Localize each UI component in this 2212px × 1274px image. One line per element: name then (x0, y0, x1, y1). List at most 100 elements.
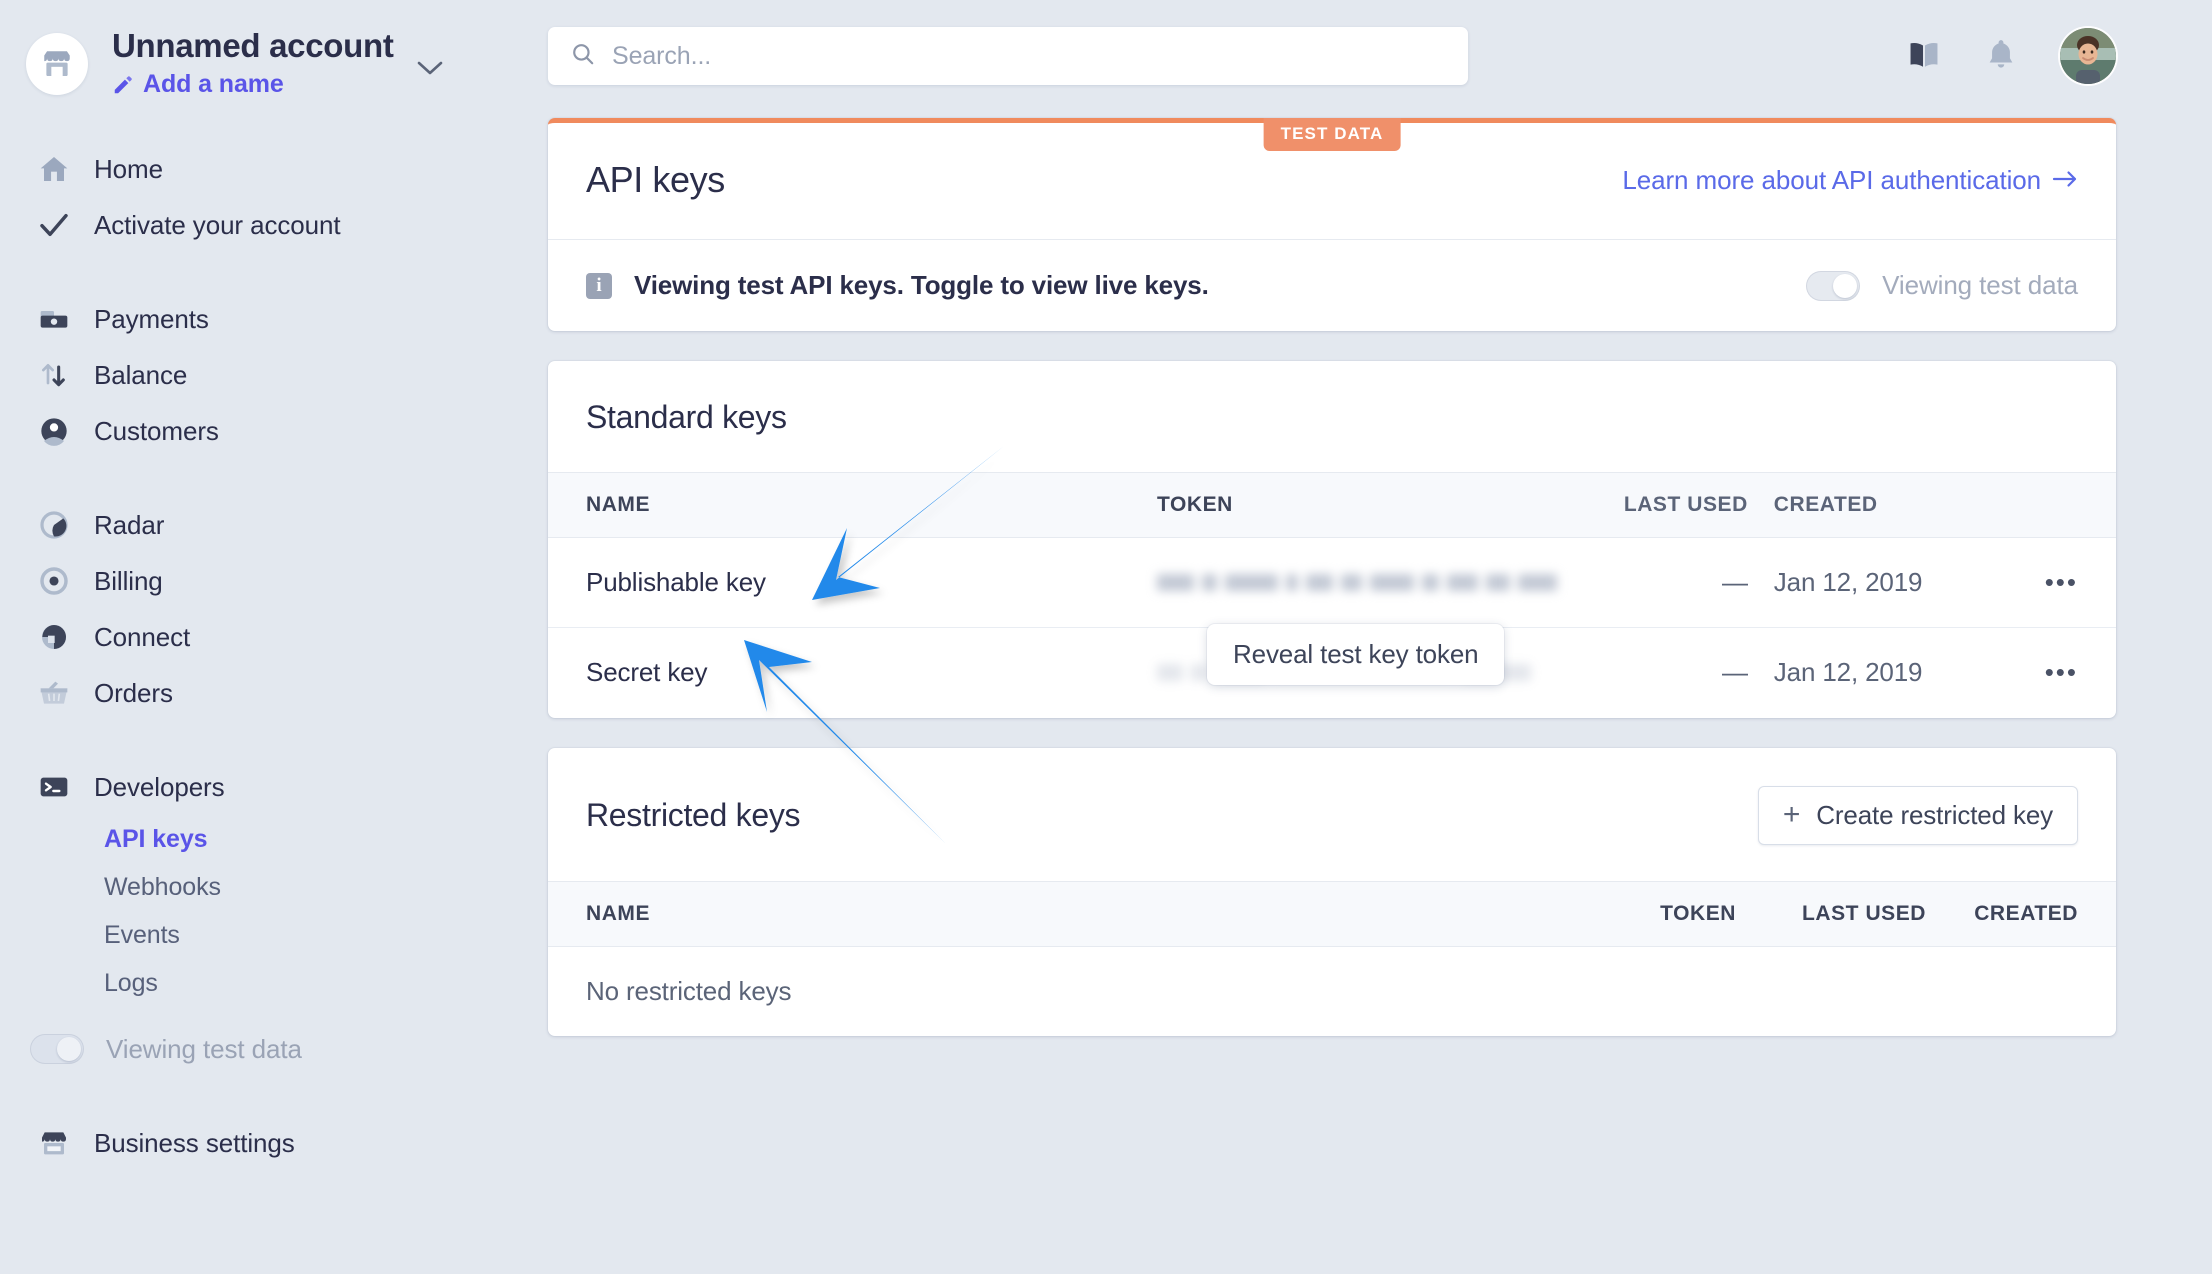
sidebar-item-balance[interactable]: Balance (0, 347, 548, 403)
sidebar-item-radar[interactable]: Radar (0, 497, 548, 553)
search-input[interactable]: Search... (548, 27, 1468, 85)
restricted-keys-card: Restricted keys + Create restricted key … (548, 747, 2116, 1037)
column-header-name: NAME (548, 472, 1158, 538)
table-header-row: NAME TOKEN LAST USED CREATED (548, 472, 2116, 538)
sidebar-label: Payments (94, 303, 209, 334)
notice-text: Viewing test API keys. Toggle to view li… (634, 270, 1209, 300)
sidebar-label: Connect (94, 621, 191, 652)
test-mode-notice: i Viewing test API keys. Toggle to view … (548, 239, 2116, 331)
column-header-token: TOKEN (1556, 880, 1736, 947)
sidebar-item-payments[interactable]: Payments (0, 291, 548, 347)
connect-icon (38, 621, 76, 653)
test-data-badge: TEST DATA (1263, 118, 1401, 151)
column-header-created: CREATED (1926, 880, 2116, 947)
sidebar-item-events[interactable]: Events (0, 911, 548, 959)
sidebar-item-developers[interactable]: Developers (0, 759, 548, 815)
key-last-used: — (1721, 657, 1748, 688)
key-last-used: — (1557, 537, 1748, 628)
standard-keys-card: Standard keys NAME TOKEN LAST USED CREAT… (548, 361, 2116, 718)
search-placeholder: Search... (612, 41, 712, 70)
standard-keys-table: NAME TOKEN LAST USED CREATED Publishable… (548, 472, 2116, 718)
avatar[interactable] (2060, 28, 2116, 84)
add-a-name-link[interactable]: Add a name (112, 70, 394, 99)
column-header-last-used: LAST USED (1557, 472, 1748, 538)
key-token-hidden[interactable]: Reveal test key token (1157, 624, 1557, 718)
standard-keys-header: Standard keys (548, 361, 2116, 472)
account-switcher[interactable]: Unnamed account Add a name (0, 27, 548, 99)
key-name: Publishable key (548, 537, 1158, 628)
sidebar-item-connect[interactable]: Connect (0, 609, 548, 665)
table-row[interactable]: Publishable key — Jan 12, 2019 ••• (548, 537, 2116, 628)
account-logo (26, 32, 88, 95)
bell-icon[interactable] (1984, 36, 2018, 77)
sidebar: Unnamed account Add a name Home Activate… (0, 0, 548, 1274)
sidebar-item-webhooks[interactable]: Webhooks (0, 863, 548, 911)
topbar-actions (1906, 28, 2116, 84)
book-icon[interactable] (1906, 37, 1942, 76)
restricted-keys-table: NAME TOKEN LAST USED CREATED No restrict… (548, 880, 2116, 1037)
restricted-keys-header: Restricted keys + Create restricted key (548, 748, 2116, 881)
sidebar-test-data-toggle[interactable]: Viewing test data (0, 1021, 548, 1077)
home-icon (38, 153, 76, 185)
table-header-row: NAME TOKEN LAST USED CREATED (548, 880, 2116, 947)
sidebar-item-activate-your-account[interactable]: Activate your account (0, 197, 548, 253)
create-restricted-key-button[interactable]: + Create restricted key (1757, 785, 2078, 845)
plus-icon: + (1782, 798, 1801, 831)
sidebar-label: Orders (94, 677, 173, 708)
toggle-knob (57, 1037, 81, 1062)
search-icon (570, 41, 596, 72)
reveal-token-tooltip[interactable]: Reveal test key token (1207, 624, 1505, 685)
storefront-icon (38, 1127, 76, 1159)
sidebar-item-billing[interactable]: Billing (0, 553, 548, 609)
sidebar-label: Business settings (94, 1127, 295, 1158)
sidebar-item-customers[interactable]: Customers (0, 403, 548, 459)
view-test-data-toggle[interactable]: Viewing test data (1806, 270, 2078, 301)
sidebar-sublabel: Webhooks (104, 872, 221, 901)
check-icon (38, 209, 76, 241)
table-row[interactable]: Secret key Reveal test key token — Jan 1… (548, 624, 2116, 718)
topbar: Search... (548, 22, 2116, 90)
sidebar-item-home[interactable]: Home (0, 141, 548, 197)
column-header-created: CREATED (1747, 472, 2009, 538)
key-name: Secret key (586, 657, 708, 688)
payments-icon (38, 303, 76, 335)
billing-icon (38, 565, 76, 597)
row-overflow-menu-icon[interactable]: ••• (2008, 537, 2116, 628)
nav-group-developers: Developers API keys Webhooks Events Logs… (0, 759, 548, 1077)
key-created: Jan 12, 2019 (1773, 657, 1923, 688)
toggle-switch[interactable] (1806, 270, 1861, 301)
sidebar-item-logs[interactable]: Logs (0, 959, 548, 1007)
sidebar-sublabel: Events (104, 920, 180, 949)
account-name: Unnamed account (112, 27, 394, 64)
sidebar-item-api-keys[interactable]: API keys (0, 815, 548, 863)
sidebar-item-business-settings[interactable]: Business settings (0, 1115, 548, 1171)
info-icon: i (586, 272, 612, 299)
toggle-switch[interactable] (30, 1034, 84, 1065)
arrow-right-icon (2052, 165, 2078, 196)
sidebar-item-orders[interactable]: Orders (0, 665, 548, 721)
nav-group-main: Home Activate your account (0, 141, 548, 253)
storefront-icon (44, 50, 70, 76)
sidebar-sublabel: Logs (104, 968, 158, 997)
sidebar-label: Billing (94, 565, 163, 596)
main-content: Search... TEST DATA API keys Learn more … (548, 0, 2212, 1274)
learn-more-label: Learn more about API authentication (1622, 164, 2041, 195)
sidebar-sublabel: API keys (104, 824, 208, 853)
api-keys-card: TEST DATA API keys Learn more about API … (548, 118, 2116, 331)
key-token-hidden[interactable] (1157, 537, 1558, 628)
page-title: API keys (586, 159, 725, 200)
row-overflow-menu-icon[interactable]: ••• (2009, 628, 2116, 718)
add-a-name-label: Add a name (143, 70, 284, 99)
sidebar-label: Balance (94, 359, 188, 390)
table-row-empty: No restricted keys (548, 946, 2116, 1036)
orders-basket-icon (38, 677, 76, 709)
sidebar-test-data-label: Viewing test data (106, 1033, 302, 1064)
customers-icon (38, 415, 76, 447)
nav-group-products: Radar Billing Connect Orders (0, 497, 548, 721)
sidebar-label: Customers (94, 415, 219, 446)
stripe-dashboard: Unnamed account Add a name Home Activate… (0, 0, 2212, 1274)
radar-icon (38, 509, 76, 541)
chevron-down-icon[interactable] (416, 59, 444, 82)
learn-more-link[interactable]: Learn more about API authentication (1622, 165, 2078, 196)
column-header-token: TOKEN (1157, 472, 1558, 538)
